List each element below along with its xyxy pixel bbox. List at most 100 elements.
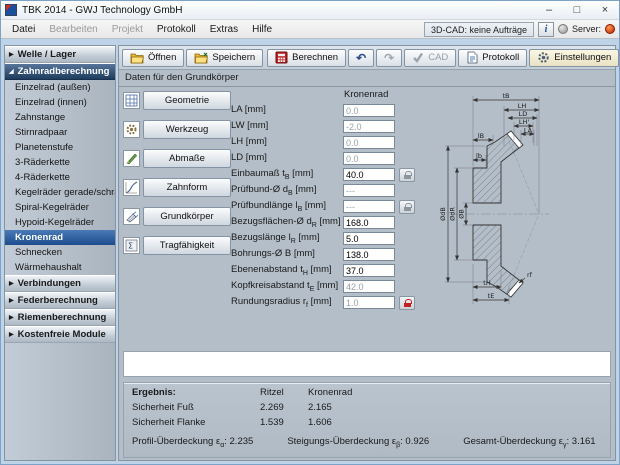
sidebar-section-kostenfreie-module[interactable]: ▶ Kostenfreie Module (5, 326, 115, 343)
cad-status-box: 3D-CAD: keine Aufträge (423, 21, 534, 37)
cad-button[interactable]: CAD (404, 48, 457, 67)
field-label-ld: LD [mm] (231, 152, 267, 164)
field-input-bezugsflaechen[interactable] (343, 216, 395, 229)
field-input-lw[interactable] (343, 120, 395, 133)
field-input-kopfkreisabstand[interactable] (343, 280, 395, 293)
menu-bearbeiten: Bearbeiten (49, 23, 98, 35)
gear-icon (538, 52, 549, 63)
menu-datei[interactable]: Datei (5, 22, 42, 37)
info-button[interactable]: i (537, 21, 554, 37)
app-logo-icon (5, 4, 17, 16)
sidebar-section-zahnradberechnung[interactable]: ◢ Zahnradberechnung (5, 63, 115, 80)
crown-gear-drawing: tB LH LD LH' LA lB lb ØdB ØdR ØB tH tE r… (399, 87, 619, 317)
field-input-lh[interactable] (343, 136, 395, 149)
column-header-kronenrad: Kronenrad (344, 89, 389, 100)
calculate-button[interactable]: Berechnen (267, 48, 347, 67)
dim-label-la: LA (524, 127, 533, 135)
chevron-right-icon: ▶ (9, 298, 14, 304)
sidebar-item-einzelrad-innen[interactable]: Einzelrad (innen) (5, 95, 115, 110)
result-flanke-ritzel: 1.539 (260, 417, 284, 428)
menu-hilfe[interactable]: Hilfe (245, 22, 279, 37)
chevron-right-icon: ▶ (9, 281, 14, 287)
protocol-button[interactable]: Protokoll (458, 48, 528, 67)
sidebar-item-spiral-kegelraeder[interactable]: Spiral-Kegelräder (5, 200, 115, 215)
chevron-right-icon: ▶ (9, 332, 14, 338)
section-button-abmasse[interactable]: Abmaße (143, 149, 231, 168)
sidebar-section-federberechnung[interactable]: ▶ Federberechnung (5, 292, 115, 309)
dim-label-ld: LD (519, 110, 528, 118)
menu-extras[interactable]: Extras (203, 22, 245, 37)
main-frame: ▶ Welle / Lager ◢ Zahnradberechnung Einzel… (1, 39, 619, 464)
field-label-rundungsradius: Rundungsradius rf [mm] (231, 296, 332, 309)
field-input-pruefbundlaenge[interactable] (343, 200, 395, 213)
dim-label-tb: tB (502, 92, 509, 100)
field-input-la[interactable] (343, 104, 395, 117)
field-input-pruefbund-d[interactable] (343, 184, 395, 197)
sidebar-section-welle-lager[interactable]: ▶ Welle / Lager (5, 46, 115, 63)
sidebar-item-schnecken[interactable]: Schnecken (5, 245, 115, 260)
document-icon (467, 51, 478, 64)
field-label-einbaumass: Einbaumaß tB [mm] (231, 168, 314, 181)
section-button-geometrie[interactable]: Geometrie (143, 91, 231, 110)
field-input-einbaumass[interactable] (343, 168, 395, 181)
sidebar-item-hypoid-kegelraeder[interactable]: Hypoid-Kegelräder (5, 215, 115, 230)
section-button-zahnform[interactable]: Zahnform (143, 178, 231, 197)
sidebar-item-kegelraeder[interactable]: Kegelräder gerade/schräg (5, 185, 115, 200)
save-button[interactable]: Speichern (186, 48, 264, 67)
sidebar-item-4-raederkette[interactable]: 4-Räderkette (5, 170, 115, 185)
server-status-indicator (605, 24, 615, 34)
chevron-down-icon: ◢ (9, 69, 14, 75)
maximize-button[interactable]: □ (563, 1, 591, 19)
sidebar-section-riemenberechnung[interactable]: ▶ Riemenberechnung (5, 309, 115, 326)
sidebar-section-verbindungen[interactable]: ▶ Verbindungen (5, 275, 115, 292)
field-input-ld[interactable] (343, 152, 395, 165)
sidebar-item-planetenstufe[interactable]: Planetenstufe (5, 140, 115, 155)
app-window: TBK 2014 - GWJ Technology GmbH – □ × Dat… (0, 0, 620, 465)
overlap-profil: Profil-Überdeckung εα: 2.235 (132, 436, 254, 449)
section-button-tragfaehigkeit[interactable]: Tragfähigkeit (143, 236, 231, 255)
sidebar-item-einzelrad-aussen[interactable]: Einzelrad (außen) (5, 80, 115, 95)
field-input-ebenenabstand[interactable] (343, 264, 395, 277)
redo-button[interactable]: ↷ (376, 48, 403, 67)
sidebar-item-kronenrad[interactable]: Kronenrad (5, 230, 115, 245)
open-button[interactable]: Öffnen (122, 48, 185, 67)
field-label-bezugsflaechen: Bezugsflächen-Ø dR [mm] (231, 216, 341, 229)
field-label-bohrungs-d: Bohrungs-Ø B [mm] (231, 248, 315, 260)
svg-text:Σ: Σ (128, 242, 133, 251)
tool-gear-icon (123, 121, 140, 138)
section-button-werkzeug[interactable]: Werkzeug (143, 120, 231, 139)
menubar: Datei Bearbeiten Projekt Protokoll Extra… (1, 20, 619, 39)
field-label-pruefbund-d: Prüfbund-Ø dB [mm] (231, 184, 317, 197)
overlap-gesamt: Gesamt-Überdeckung εγ: 3.161 (463, 436, 596, 449)
undo-button[interactable]: ↶ (348, 48, 375, 67)
field-label-la: LA [mm] (231, 104, 266, 116)
settings-button[interactable]: Einstellungen (529, 48, 619, 67)
close-button[interactable]: × (591, 1, 619, 19)
results-title: Ergebnis: (132, 387, 176, 398)
field-label-ebenenabstand: Ebenenabstand tH [mm] (231, 264, 332, 277)
chevron-right-icon: ▶ (9, 315, 14, 321)
panel-title: Daten für den Grundkörper (119, 70, 615, 87)
sidebar-item-stirnradpaar[interactable]: Stirnradpaar (5, 125, 115, 140)
result-fuss-kronenrad: 2.165 (308, 402, 332, 413)
minimize-button[interactable]: – (535, 1, 563, 19)
field-label-bezugslaenge: Bezugslänge lR [mm] (231, 232, 320, 245)
field-input-bezugslaenge[interactable] (343, 232, 395, 245)
sidebar-item-zahnstange[interactable]: Zahnstange (5, 110, 115, 125)
calculator-icon (275, 51, 288, 64)
dim-label-lh2: LH' (519, 118, 530, 126)
menu-protokoll[interactable]: Protokoll (150, 22, 203, 37)
field-input-rundungsradius[interactable] (343, 296, 395, 309)
sidebar-item-waermehaushalt[interactable]: Wärmehaushalt (5, 260, 115, 275)
field-label-pruefbundlaenge: Prüfbundlänge lB [mm] (231, 200, 326, 213)
sidebar-item-3-raederkette[interactable]: 3-Räderkette (5, 155, 115, 170)
folder-save-icon (194, 52, 209, 63)
grundkoerper-form: Geometrie Werkzeug Abmaße Zahnform Grund… (119, 87, 615, 349)
window-title: TBK 2014 - GWJ Technology GmbH (22, 4, 183, 16)
section-button-grundkoerper[interactable]: Grundkörper (143, 207, 231, 226)
field-input-bohrungs-d[interactable] (343, 248, 395, 261)
field-label-lw: LW [mm] (231, 120, 269, 132)
dim-label-db: ØdB (439, 207, 447, 221)
dim-label-rf: rf (527, 271, 533, 279)
result-flanke-kronenrad: 1.606 (308, 417, 332, 428)
